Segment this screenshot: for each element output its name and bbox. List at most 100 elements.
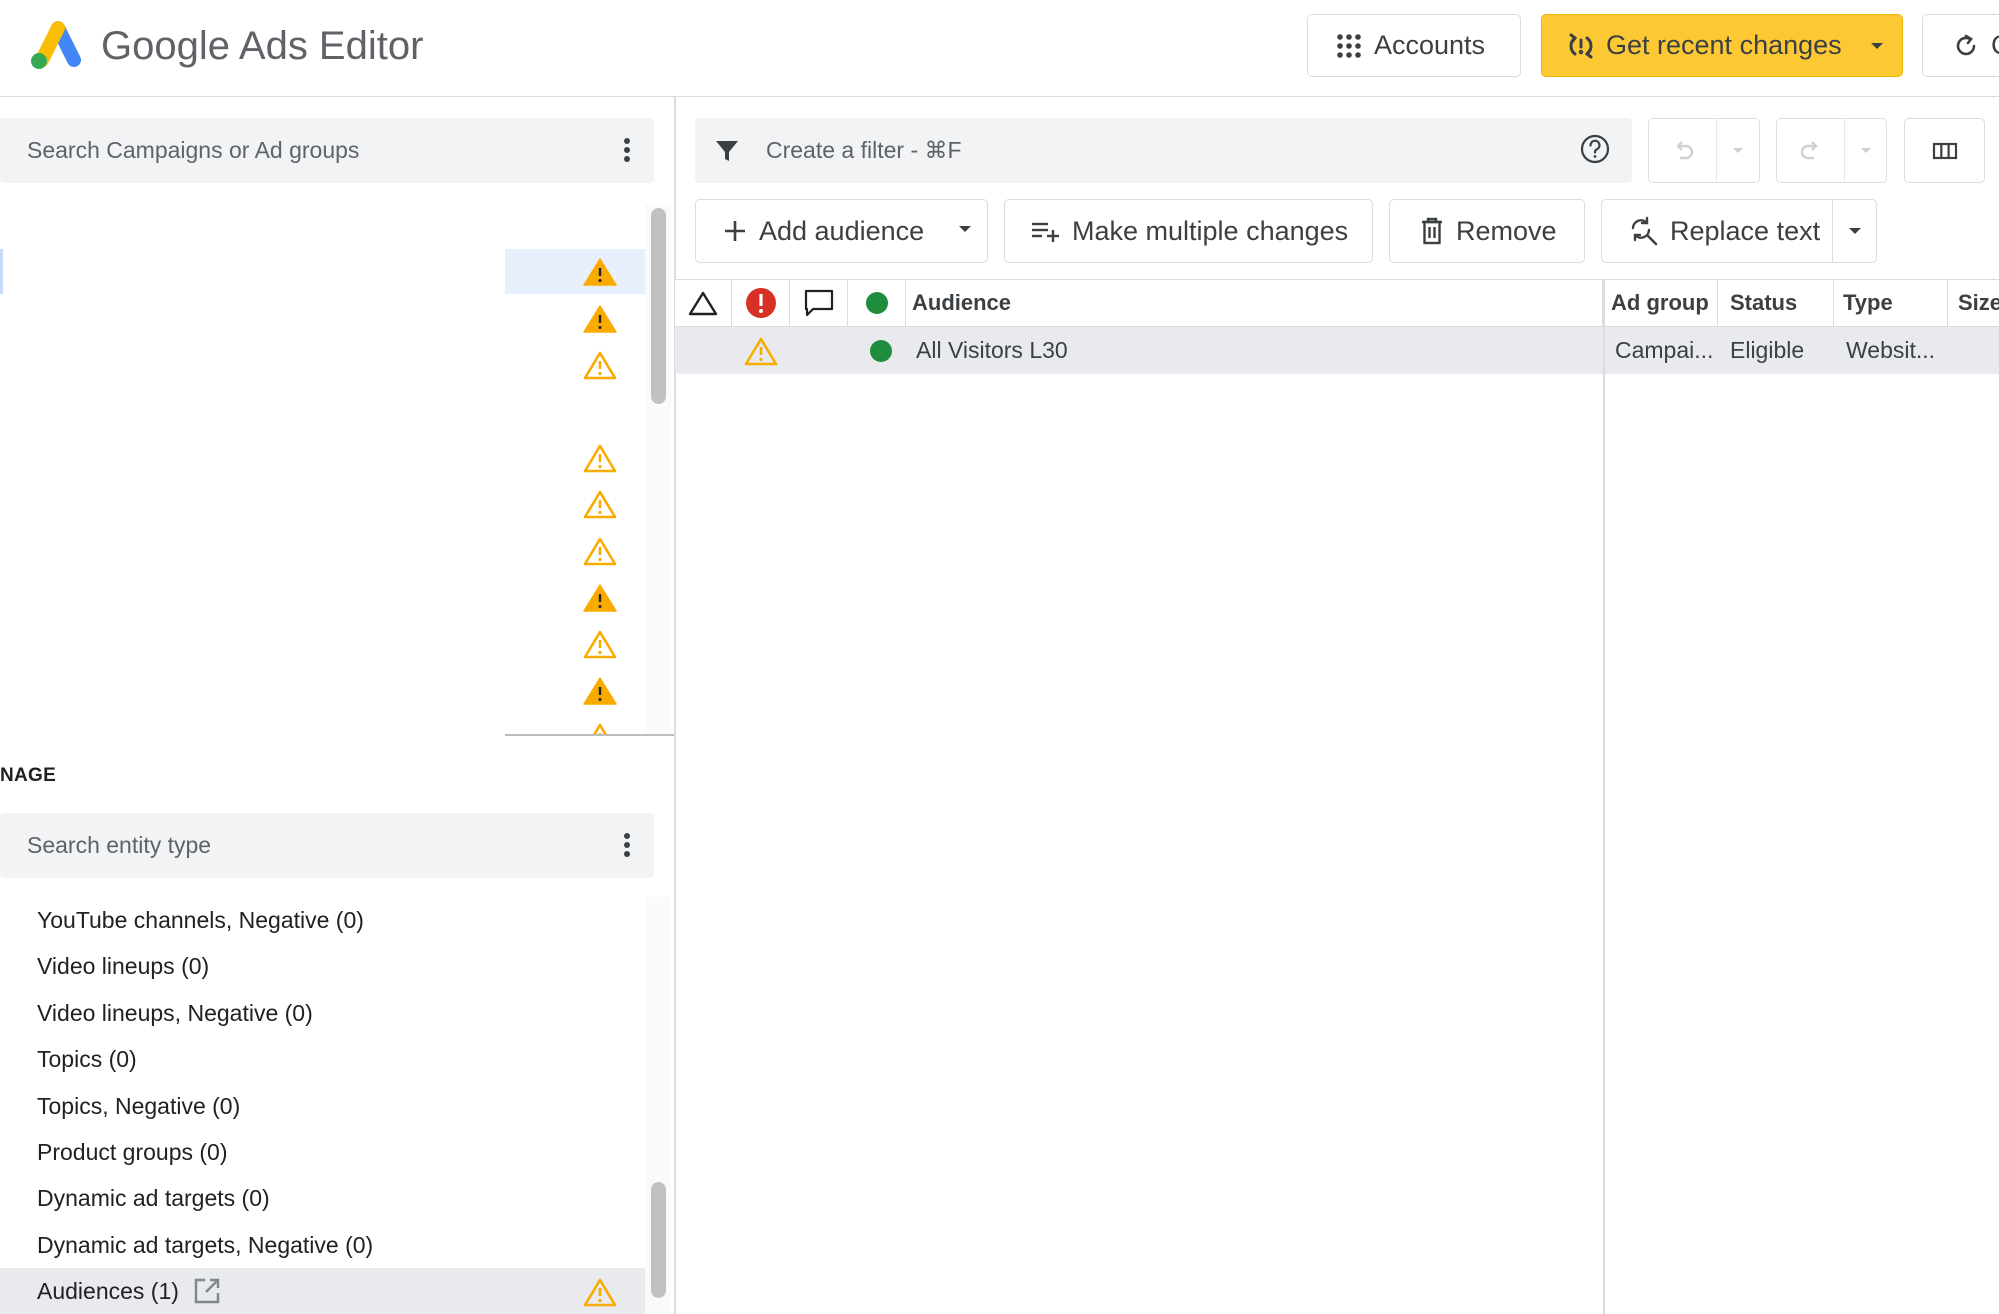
refresh-label: C bbox=[1991, 30, 1999, 61]
grid-column-divider bbox=[1603, 279, 1605, 1314]
warning-icon bbox=[583, 350, 617, 380]
row-ad-group-cell[interactable]: Campai... bbox=[1615, 327, 1718, 374]
caret-down-icon[interactable] bbox=[957, 224, 973, 234]
enabled-dot-icon bbox=[865, 292, 888, 314]
filter-icon bbox=[714, 138, 740, 164]
enabled-dot-icon bbox=[870, 339, 892, 362]
grid-header: Audience Ad group Status Type Size bbox=[675, 279, 1999, 327]
warning-icon bbox=[583, 257, 617, 287]
columns-button[interactable] bbox=[1904, 118, 1985, 183]
undo-button[interactable] bbox=[1649, 119, 1717, 182]
entity-type-list: YouTube channels, Negative (0) Video lin… bbox=[0, 897, 648, 1314]
row-audience-cell[interactable]: All Visitors L30 bbox=[916, 327, 1596, 374]
apps-grid-icon bbox=[1336, 33, 1362, 59]
entity-item-video-lineups-negative[interactable]: Video lineups, Negative (0) bbox=[0, 990, 648, 1036]
column-header-comments[interactable] bbox=[790, 280, 848, 326]
row-status-dot-cell bbox=[848, 327, 914, 374]
redo-split-button bbox=[1776, 118, 1887, 183]
row-type-cell[interactable]: Websit... bbox=[1846, 327, 1948, 374]
entity-type-search-placeholder: Search entity type bbox=[27, 832, 212, 858]
remove-label: Remove bbox=[1456, 215, 1557, 246]
filter-bar[interactable]: Create a filter - ⌘F bbox=[695, 118, 1632, 183]
undo-history-dropdown[interactable] bbox=[1717, 119, 1759, 182]
trash-icon bbox=[1420, 217, 1444, 245]
warning-outline-icon bbox=[688, 291, 718, 316]
replace-text-button[interactable]: Replace text bbox=[1602, 200, 1833, 262]
get-recent-changes-label: Get recent changes bbox=[1606, 30, 1842, 60]
column-header-type[interactable]: Type bbox=[1834, 280, 1948, 326]
table-row[interactable]: All Visitors L30 Campai... Eligible Webs… bbox=[675, 327, 1999, 374]
get-recent-changes-dropdown[interactable] bbox=[1852, 15, 1902, 76]
sync-icon bbox=[1566, 31, 1596, 61]
row-warning-cell bbox=[732, 327, 790, 374]
replace-text-split-button: Replace text bbox=[1601, 199, 1877, 263]
warning-icon bbox=[583, 304, 617, 334]
warning-icon bbox=[583, 583, 617, 613]
refresh-icon bbox=[1953, 33, 1979, 59]
warning-icon bbox=[583, 1277, 617, 1307]
add-audience-button[interactable]: Add audience bbox=[695, 199, 988, 263]
warning-icon bbox=[583, 489, 617, 519]
tree-divider bbox=[505, 734, 674, 736]
entity-item-dynamic-ad-targets[interactable]: Dynamic ad targets (0) bbox=[0, 1175, 648, 1221]
more-vert-icon[interactable] bbox=[622, 136, 632, 164]
get-recent-changes-split-button: Get recent changes bbox=[1541, 14, 1903, 77]
remove-button[interactable]: Remove bbox=[1389, 199, 1585, 263]
add-audience-label: Add audience bbox=[759, 215, 925, 246]
manage-heading: NAGE bbox=[0, 765, 57, 786]
entity-item-topics-negative[interactable]: Topics, Negative (0) bbox=[0, 1083, 648, 1129]
column-header-ad-group[interactable]: Ad group bbox=[1603, 280, 1718, 326]
plus-icon bbox=[723, 219, 747, 243]
entity-type-search[interactable]: Search entity type bbox=[0, 813, 654, 878]
column-header-status-dot[interactable] bbox=[848, 280, 906, 326]
caret-down-icon bbox=[1871, 42, 1883, 49]
entity-list-scrollbar-thumb[interactable] bbox=[651, 1182, 666, 1298]
entity-item-video-lineups[interactable]: Video lineups (0) bbox=[0, 943, 648, 989]
replace-text-dropdown[interactable] bbox=[1833, 200, 1876, 262]
campaign-tree-search-placeholder: Search Campaigns or Ad groups bbox=[27, 137, 360, 163]
filter-placeholder: Create a filter - ⌘F bbox=[766, 137, 962, 163]
error-icon bbox=[745, 288, 776, 318]
entity-item-product-groups[interactable]: Product groups (0) bbox=[0, 1129, 648, 1175]
app-header: Google Ads Editor Accounts Get recent ch… bbox=[0, 0, 1999, 97]
caret-down-icon bbox=[1733, 147, 1743, 153]
refresh-button[interactable]: C bbox=[1922, 14, 1999, 77]
entity-item-dynamic-ad-targets-negative[interactable]: Dynamic ad targets, Negative (0) bbox=[0, 1222, 648, 1268]
get-recent-changes-button[interactable]: Get recent changes bbox=[1566, 30, 1852, 61]
tree-scrollbar-thumb[interactable] bbox=[651, 208, 666, 404]
replace-text-label: Replace text bbox=[1670, 215, 1821, 246]
make-multiple-changes-button[interactable]: Make multiple changes bbox=[1004, 199, 1373, 263]
accounts-button[interactable]: Accounts bbox=[1307, 14, 1521, 77]
undo-icon bbox=[1675, 140, 1693, 159]
make-multiple-changes-label: Make multiple changes bbox=[1072, 215, 1349, 246]
entity-item-audiences[interactable]: Audiences (1) bbox=[0, 1268, 648, 1314]
view-columns-icon bbox=[1932, 142, 1957, 159]
undo-split-button bbox=[1648, 118, 1760, 183]
row-status-cell[interactable]: Eligible bbox=[1730, 327, 1834, 374]
campaign-tree-search[interactable]: Search Campaigns or Ad groups bbox=[0, 118, 654, 183]
playlist-add-icon bbox=[1030, 219, 1060, 243]
comment-icon bbox=[804, 289, 833, 317]
google-ads-logo-icon bbox=[27, 20, 82, 70]
find-replace-icon bbox=[1628, 216, 1658, 246]
warning-icon bbox=[583, 443, 617, 473]
caret-down-icon bbox=[1860, 147, 1871, 153]
column-header-warnings[interactable] bbox=[675, 280, 732, 326]
redo-icon bbox=[1800, 140, 1818, 159]
warning-icon bbox=[583, 536, 617, 566]
accounts-label: Accounts bbox=[1374, 30, 1486, 60]
entity-item-topics[interactable]: Topics (0) bbox=[0, 1036, 648, 1082]
warning-icon bbox=[583, 676, 617, 706]
column-header-status[interactable]: Status bbox=[1718, 280, 1834, 326]
redo-button[interactable] bbox=[1777, 119, 1845, 182]
column-header-size[interactable]: Size bbox=[1948, 280, 1999, 326]
column-header-audience[interactable]: Audience bbox=[906, 280, 1603, 326]
caret-down-icon bbox=[1848, 228, 1861, 234]
warning-icon bbox=[744, 337, 778, 365]
open-in-new-icon[interactable] bbox=[193, 1277, 221, 1305]
redo-history-dropdown[interactable] bbox=[1845, 119, 1886, 182]
column-header-errors[interactable] bbox=[732, 280, 790, 326]
entity-item-youtube-channels-negative[interactable]: YouTube channels, Negative (0) bbox=[0, 897, 648, 943]
help-icon[interactable] bbox=[1578, 132, 1612, 166]
more-vert-icon[interactable] bbox=[622, 831, 632, 859]
